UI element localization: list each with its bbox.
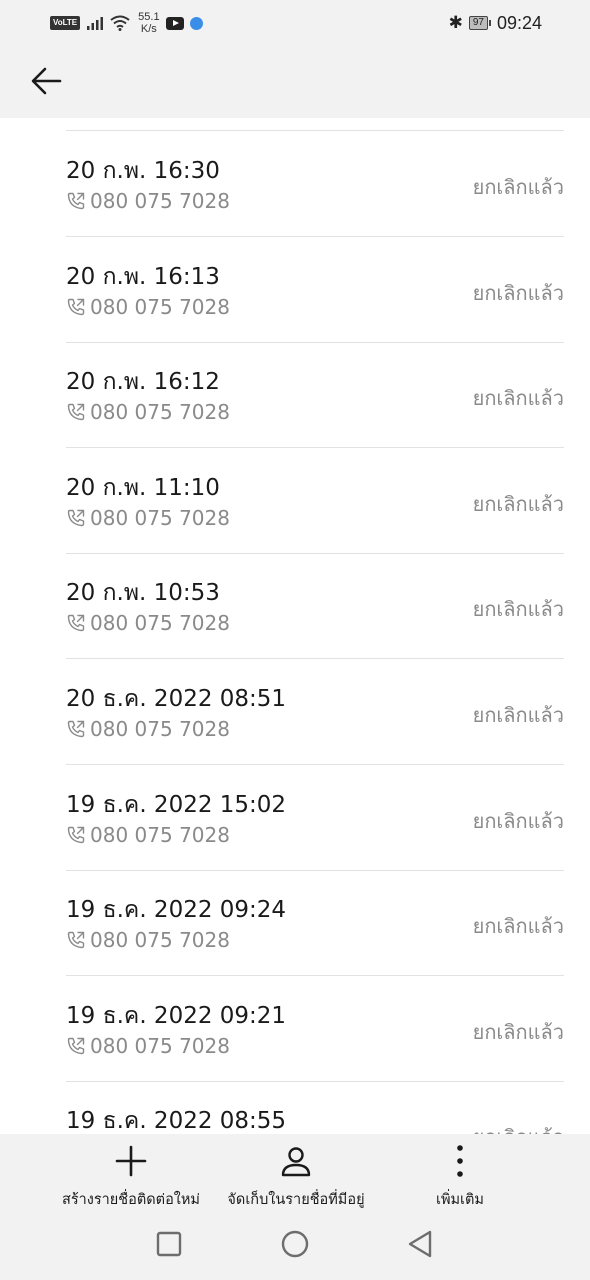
network-speed-unit: K/s (140, 23, 157, 35)
home-nav-button[interactable] (280, 1230, 310, 1264)
bluetooth-icon: ✱ (448, 13, 463, 32)
outgoing-call-icon (67, 615, 85, 632)
call-number-line: 080 075 7028 (66, 611, 230, 635)
call-status: ยกเลิกแล้ว (472, 491, 564, 516)
bottom-action-bar: สร้างรายชื่อติดต่อใหม่ จัดเก็บในรายชื่อท… (0, 1134, 590, 1280)
call-log-row[interactable]: 20 ก.พ. 16:30 080 075 7028 ยกเลิกแล้ว (66, 131, 564, 237)
call-datetime: 20 ก.พ. 16:13 (66, 263, 220, 290)
battery-icon: 97 (468, 16, 491, 30)
phone-number: 080 075 7028 (90, 505, 230, 530)
call-log-row[interactable]: 19 ธ.ค. 2022 08:55080 075 7028ยกเลิกแล้ว (66, 1081, 564, 1134)
cellular-signal-icon (87, 17, 104, 30)
call-datetime: 19 ธ.ค. 2022 15:02 (66, 791, 287, 818)
status-bar: VoLTE 55.1 K/s ✱ 97 09:24 (0, 0, 590, 48)
call-datetime: 20 ก.พ. 16:12 (66, 369, 220, 396)
triangle-back-nav-icon (408, 1230, 432, 1258)
call-log-row[interactable]: 19 ธ.ค. 2022 09:21 080 075 7028 ยกเลิกแล้ว (66, 976, 564, 1082)
more-label: เพิ่มเติม (435, 1192, 484, 1208)
back-button[interactable] (26, 60, 70, 104)
network-speed: 55.1 K/s (138, 11, 159, 35)
call-status: ยกเลิกแล้ว (472, 1019, 564, 1044)
call-number-line: 080 075 7028 (66, 823, 230, 847)
call-number-line: 080 075 7028 (66, 1034, 230, 1058)
youtube-notification-icon (165, 16, 184, 30)
new-contact-label: สร้างรายชื่อติดต่อใหม่ (62, 1192, 200, 1208)
save-to-existing-label: จัดเก็บในรายชื่อที่มีอยู่ (227, 1192, 365, 1208)
back-nav-button[interactable] (406, 1230, 434, 1262)
call-number-line: 080 075 7028 (66, 717, 230, 741)
call-number-line: 080 075 7028 (66, 928, 230, 952)
person-icon (281, 1147, 311, 1177)
outgoing-call-icon (67, 298, 85, 315)
call-number-line: 080 075 7028 (66, 400, 230, 424)
call-status: ยกเลิกแล้ว (472, 386, 564, 411)
app-bar (0, 48, 590, 118)
outgoing-call-icon (67, 509, 85, 526)
arrow-left-icon (31, 67, 62, 95)
recent-apps-nav-button[interactable] (155, 1230, 183, 1262)
save-to-existing-contact-button[interactable]: จัดเก็บในรายชื่อที่มีอยู่ (218, 1144, 374, 1211)
call-datetime: 19 ธ.ค. 2022 09:24 (66, 897, 287, 924)
phone-number: 080 075 7028 (90, 611, 230, 636)
outgoing-call-icon (67, 826, 85, 843)
square-nav-icon (156, 1231, 182, 1257)
call-log-list[interactable]: 20 ก.พ. 16:30 080 075 7028 ยกเลิกแล้ว 20 ก.… (0, 118, 590, 1134)
call-status: ยกเลิกแล้ว (472, 280, 564, 305)
phone-number: 080 075 7028 (90, 717, 230, 741)
phone-number: 080 075 7028 (90, 928, 230, 953)
outgoing-call-icon (67, 1037, 85, 1054)
call-datetime: 20 ก.พ. 10:53 (66, 580, 220, 607)
call-log-row[interactable]: 19 ธ.ค. 2022 09:24 080 075 7028 ยกเลิกแล้ว (66, 870, 564, 977)
phone-number: 080 075 7028 (90, 400, 230, 425)
call-log-row[interactable]: 20 ธ.ค. 2022 08:51 080 075 7028 ยกเลิกแล้ว (66, 659, 564, 765)
phone-number: 080 075 7028 (90, 1033, 230, 1058)
status-right: ✱ 97 09:24 (449, 10, 542, 36)
call-log-row[interactable]: 20 ก.พ. 10:53 080 075 7028 ยกเลิกแล้ว (66, 553, 564, 660)
new-contact-button[interactable]: สร้างรายชื่อติดต่อใหม่ (56, 1144, 206, 1211)
battery-level: 97 (468, 16, 488, 30)
circle-nav-icon (281, 1230, 309, 1258)
volte-badge: VoLTE (50, 16, 81, 30)
call-datetime: 20 ก.พ. 16:30 (66, 158, 220, 184)
call-status: ยกเลิกแล้ว (472, 703, 564, 727)
phone-number: 080 075 7028 (90, 189, 230, 213)
outgoing-call-icon (67, 403, 85, 421)
call-status: ยกเลิกแล้ว (472, 808, 564, 833)
network-speed-value: 55.1 (138, 11, 160, 23)
outgoing-call-icon (67, 720, 85, 738)
call-log-row[interactable]: 19 ธ.ค. 2022 15:02 080 075 7028 ยกเลิกแล้ว (66, 765, 564, 871)
outgoing-call-icon (67, 192, 85, 210)
browser-notification-icon (189, 16, 203, 30)
call-datetime: 19 ธ.ค. 2022 08:55 (66, 1108, 287, 1134)
wifi-icon (110, 15, 130, 31)
status-left: VoLTE 55.1 K/s (50, 10, 203, 36)
call-log-row[interactable]: 20 ก.พ. 11:10 080 075 7028 ยกเลิกแล้ว (66, 448, 564, 554)
call-status: ยกเลิกแล้ว (473, 1121, 564, 1134)
call-number-line: 080 075 7028 (66, 295, 230, 319)
call-status: ยกเลิกแล้ว (472, 914, 564, 939)
call-log-row[interactable]: 20 ก.พ. 16:12 080 075 7028 ยกเลิกแล้ว (66, 342, 564, 449)
call-datetime: 20 ธ.ค. 2022 08:51 (66, 686, 287, 712)
call-number-line: 080 075 7028 (66, 506, 230, 530)
call-log-row[interactable]: 20 ก.พ. 16:13 080 075 7028 ยกเลิกแล้ว (66, 237, 564, 343)
plus-icon (115, 1145, 147, 1177)
phone-number: 080 075 7028 (90, 822, 230, 847)
phone-number: 080 075 7028 (90, 294, 230, 319)
call-datetime: 20 ก.พ. 11:10 (66, 474, 220, 501)
call-status: ยกเลิกแล้ว (472, 597, 564, 622)
call-status: ยกเลิกแล้ว (472, 175, 564, 199)
call-number-line: 080 075 7028 (66, 189, 230, 213)
more-button[interactable]: เพิ่มเติม (420, 1144, 500, 1211)
status-time: 09:24 (496, 12, 542, 33)
call-datetime: 19 ธ.ค. 2022 09:21 (66, 1002, 287, 1029)
more-vertical-icon (457, 1145, 463, 1177)
outgoing-call-icon (67, 931, 85, 949)
